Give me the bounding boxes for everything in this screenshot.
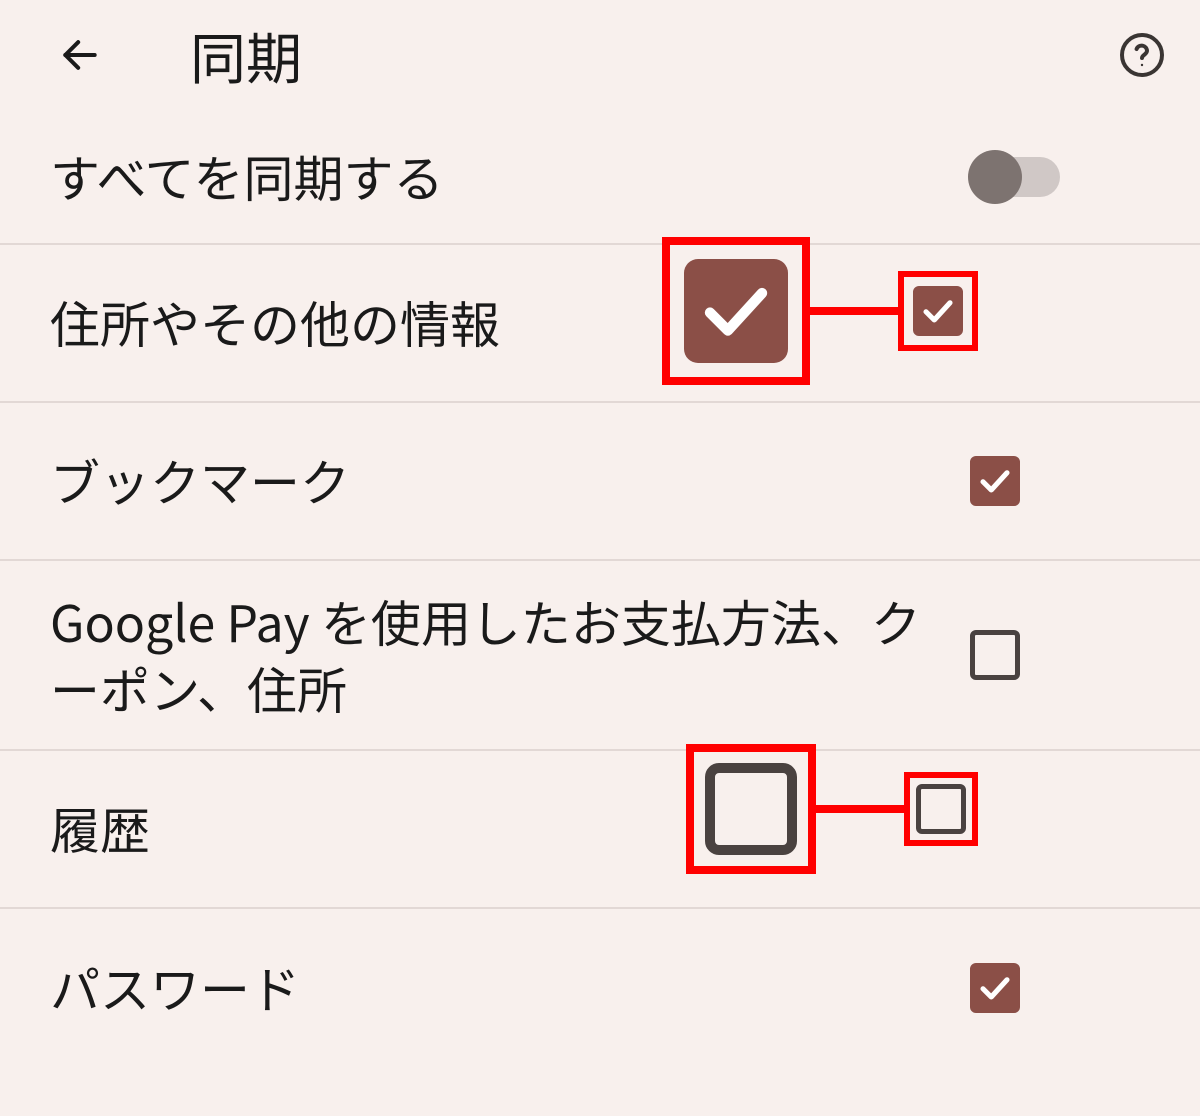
page-title: 同期	[190, 15, 1114, 96]
app-header: 同期	[0, 0, 1200, 110]
help-button[interactable]	[1114, 27, 1170, 83]
sync-item-label: 住所やその他の情報	[50, 289, 970, 357]
sync-item-google-pay[interactable]: Google Pay を使用したお支払方法、クーポン、住所	[0, 561, 1200, 751]
sync-item-history[interactable]: 履歴	[0, 751, 1200, 909]
sync-item-label: ブックマーク	[50, 447, 970, 515]
checkmark-icon	[977, 970, 1013, 1006]
sync-item-checkbox[interactable]	[970, 630, 1020, 680]
back-button[interactable]	[50, 25, 110, 85]
sync-item-addresses[interactable]: 住所やその他の情報	[0, 245, 1200, 403]
sync-item-checkbox[interactable]	[970, 456, 1020, 506]
sync-item-label: 履歴	[50, 795, 970, 863]
sync-all-toggle[interactable]	[970, 157, 1060, 197]
help-icon	[1118, 31, 1166, 79]
back-arrow-icon	[58, 33, 102, 77]
sync-all-row[interactable]: すべてを同期する	[0, 110, 1200, 245]
sync-all-label: すべてを同期する	[50, 143, 970, 211]
sync-item-passwords[interactable]: パスワード	[0, 909, 1200, 1067]
sync-item-label: Google Pay を使用したお支払方法、クーポン、住所	[50, 588, 970, 723]
sync-item-bookmarks[interactable]: ブックマーク	[0, 403, 1200, 561]
toggle-knob	[968, 150, 1022, 204]
sync-item-checkbox[interactable]	[970, 963, 1020, 1013]
checkmark-icon	[977, 463, 1013, 499]
sync-item-label: パスワード	[50, 954, 970, 1022]
